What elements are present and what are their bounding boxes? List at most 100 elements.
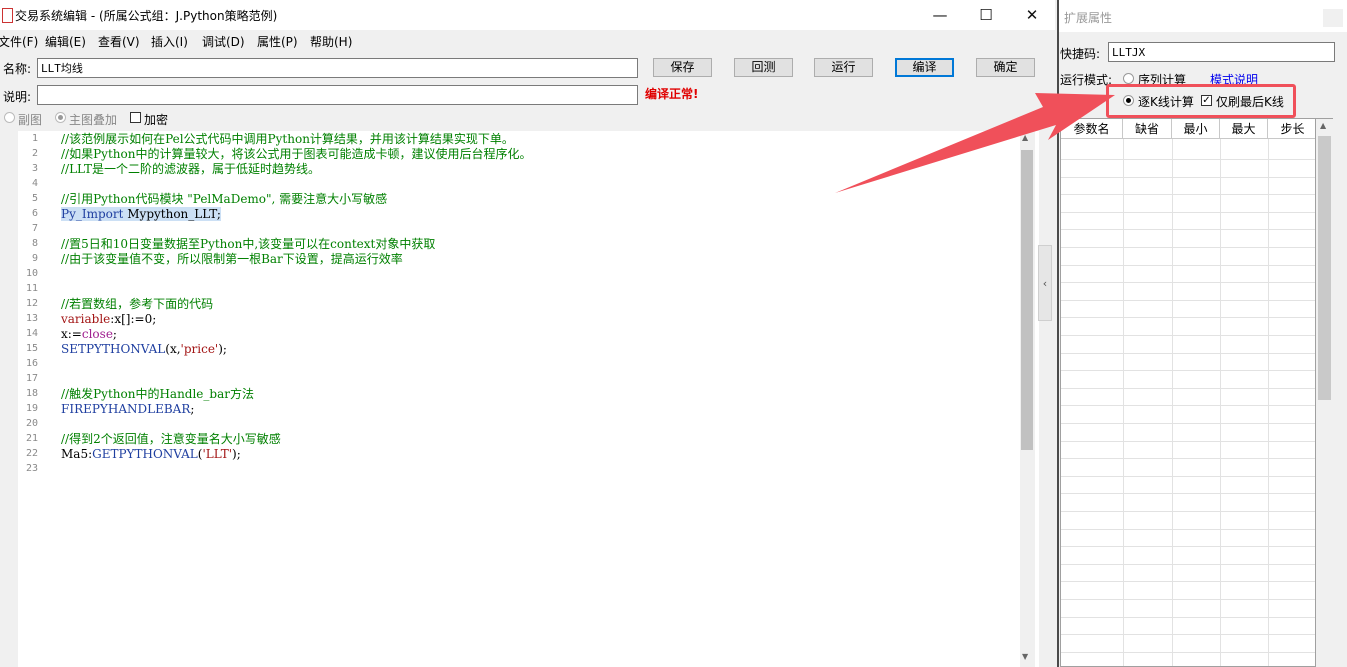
sub-chart-radio[interactable] xyxy=(4,112,15,123)
code-token: variable xyxy=(61,312,111,326)
annotation-highlight-box xyxy=(1106,84,1296,118)
code-token: FIREPYHANDLEBAR xyxy=(61,402,191,416)
save-button[interactable]: 保存 xyxy=(653,58,712,77)
line-number: 10 xyxy=(25,268,38,279)
minimize-button[interactable]: — xyxy=(917,0,963,30)
column-header-step[interactable]: 步长 xyxy=(1268,119,1315,139)
line-number: 3 xyxy=(31,163,38,174)
sub-chart-label: 副图 xyxy=(18,113,43,127)
desc-input[interactable] xyxy=(37,85,638,105)
code-token: 'price' xyxy=(180,342,219,356)
grid-row-line xyxy=(1061,475,1315,477)
ok-button[interactable]: 确定 xyxy=(976,58,1035,77)
code-token: Ma5: xyxy=(61,447,93,461)
code-token: (x, xyxy=(165,342,181,356)
line-number: 5 xyxy=(31,193,38,204)
code-token: close xyxy=(81,327,113,341)
collapse-panel-button[interactable]: ‹ xyxy=(1038,245,1052,321)
maximize-button[interactable]: ☐ xyxy=(963,0,1009,30)
shortcut-label: 快捷码: xyxy=(1060,47,1101,61)
grid-row-line xyxy=(1061,370,1315,372)
name-label: 名称: xyxy=(3,62,32,76)
mode-sequence-radio[interactable] xyxy=(1123,73,1134,84)
code-token: ); xyxy=(218,342,227,356)
window-title: 交易系统编辑 - (所属公式组：J.Python策略范例) xyxy=(15,9,278,23)
line-number: 22 xyxy=(25,448,38,459)
code-line: Py_Import Mypython_LLT; xyxy=(61,207,221,222)
line-number: 9 xyxy=(31,253,38,264)
grid-row-line xyxy=(1061,405,1315,407)
line-number: 14 xyxy=(25,328,38,339)
grid-row-line xyxy=(1061,299,1315,301)
grid-scroll-thumb[interactable] xyxy=(1318,136,1331,400)
code-line: //置5日和10日变量数据至Python中,该变量可以在context对象中获取 xyxy=(61,237,436,251)
code-line: //触发Python中的Handle_bar方法 xyxy=(61,387,254,401)
menu-view[interactable]: 查看(V) xyxy=(98,33,140,50)
compile-status: 编译正常! xyxy=(645,87,699,101)
grid-row-line xyxy=(1061,458,1315,460)
panel-close-icon[interactable] xyxy=(1323,9,1343,27)
code-token: Py_Import xyxy=(61,207,124,221)
line-number: 16 xyxy=(25,358,38,369)
line-number: 19 xyxy=(25,403,38,414)
shortcut-input[interactable] xyxy=(1108,42,1335,62)
code-token: ); xyxy=(232,447,241,461)
name-input[interactable] xyxy=(37,58,638,78)
grid-row-line xyxy=(1061,581,1315,583)
code-line: SETPYTHONVAL(x,'price'); xyxy=(61,342,227,357)
grid-row-line xyxy=(1061,352,1315,354)
grid-row-line xyxy=(1061,528,1315,530)
line-number: 20 xyxy=(25,418,38,429)
grid-row-line xyxy=(1061,511,1315,512)
grid-column-line xyxy=(1123,139,1124,666)
grid-row-line xyxy=(1061,440,1315,442)
grid-row-line xyxy=(1061,599,1315,600)
line-number: 7 xyxy=(31,223,38,234)
code-line: FIREPYHANDLEBAR; xyxy=(61,402,194,417)
grid-row-line xyxy=(1061,211,1315,213)
compile-button[interactable]: 编译 xyxy=(895,58,954,77)
menu-debug[interactable]: 调试(D) xyxy=(202,33,245,50)
menu-edit[interactable]: 编辑(E) xyxy=(45,33,86,50)
menu-properties[interactable]: 属性(P) xyxy=(257,33,298,50)
grid-row-line xyxy=(1061,634,1315,636)
menu-insert[interactable]: 插入(I) xyxy=(151,33,188,50)
column-header-min[interactable]: 最小 xyxy=(1172,119,1220,139)
menu-file[interactable]: 文件(F) xyxy=(0,33,38,50)
grid-scroll-up-icon[interactable]: ▲ xyxy=(1320,121,1326,130)
line-number: 15 xyxy=(25,343,38,354)
grid-row-line xyxy=(1061,546,1315,548)
grid-row-line xyxy=(1061,229,1315,231)
line-number: 6 xyxy=(31,208,38,219)
menu-bar: 文件(F) 编辑(E) 查看(V) 插入(I) 调试(D) 属性(P) 帮助(H… xyxy=(0,30,1055,52)
grid-row-line xyxy=(1061,335,1315,336)
code-line: x:=close; xyxy=(61,327,117,342)
code-line: //该范例展示如何在Pel公式代码中调用Python计算结果，并用该计算结果实现… xyxy=(61,132,514,146)
main-overlay-radio[interactable] xyxy=(55,112,66,123)
encrypt-label: 加密 xyxy=(144,113,169,127)
run-button[interactable]: 运行 xyxy=(814,58,873,77)
code-line: //引用Python代码模块 "PelMaDemo", 需要注意大小写敏感 xyxy=(61,192,388,206)
column-header-default[interactable]: 缺省 xyxy=(1123,119,1172,139)
scroll-down-icon[interactable]: ▼ xyxy=(1022,652,1028,661)
params-grid[interactable]: 参数名 缺省 最小 最大 步长 xyxy=(1060,118,1316,667)
title-bar: 交易系统编辑 - (所属公式组：J.Python策略范例) — ☐ ✕ xyxy=(0,0,1055,30)
line-number: 8 xyxy=(31,238,38,249)
grid-column-line xyxy=(1268,139,1269,666)
encrypt-checkbox[interactable] xyxy=(130,112,141,123)
line-number: 17 xyxy=(25,373,38,384)
line-number: 1 xyxy=(31,133,38,144)
line-number: 11 xyxy=(25,283,38,294)
code-token: SETPYTHONVAL xyxy=(61,342,166,356)
grid-row-line xyxy=(1061,563,1315,565)
close-button[interactable]: ✕ xyxy=(1009,0,1055,30)
code-line: //如果Python中的计算量较大，将该公式用于图表可能造成卡顿，建议使用后台程… xyxy=(61,147,532,161)
code-line: variable:x[]:=0; xyxy=(61,312,156,327)
menu-help[interactable]: 帮助(H) xyxy=(310,33,352,50)
annotation-arrow-icon xyxy=(835,93,1115,193)
backtest-button[interactable]: 回测 xyxy=(734,58,793,77)
column-header-max[interactable]: 最大 xyxy=(1220,119,1268,139)
grid-row-line xyxy=(1061,247,1315,248)
grid-column-line xyxy=(1172,139,1173,666)
grid-row-line xyxy=(1061,387,1315,389)
